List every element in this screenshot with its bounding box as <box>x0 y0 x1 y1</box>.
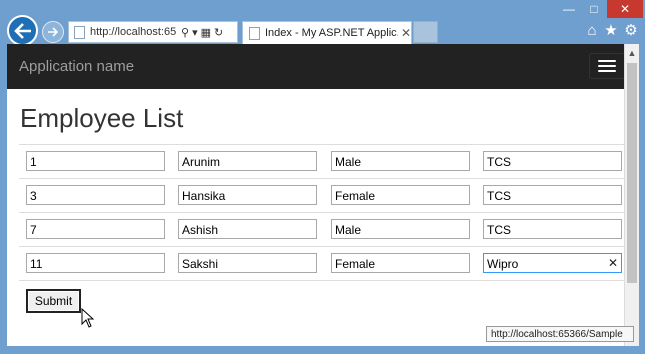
page-icon <box>74 25 85 39</box>
hamburger-bar <box>598 70 616 72</box>
name-field[interactable]: Ashish <box>178 219 317 239</box>
search-icon[interactable]: ⚲ <box>181 26 189 39</box>
name-field[interactable]: Hansika <box>178 185 317 205</box>
page-title: Employee List <box>20 103 184 133</box>
gender-field[interactable]: Female <box>331 185 470 205</box>
gender-field[interactable]: Male <box>331 219 470 239</box>
name-field[interactable]: Arunim <box>178 151 317 171</box>
menu-toggle-button[interactable] <box>589 53 624 79</box>
navbar: Application name <box>7 44 624 89</box>
company-field-focused[interactable]: Wipro ✕ <box>483 253 622 273</box>
window-frame <box>0 346 645 354</box>
clear-input-icon[interactable]: ✕ <box>608 255 618 271</box>
gender-field[interactable]: Male <box>331 151 470 171</box>
employee-row: 3 Hansika Female TCS <box>19 178 624 212</box>
home-icon[interactable]: ⌂ <box>583 20 601 40</box>
tab-title: Index - My ASP.NET Applic... <box>265 27 398 39</box>
gender-field[interactable]: Female <box>331 253 470 273</box>
company-field[interactable]: TCS <box>483 151 622 171</box>
company-value: Wipro <box>487 257 519 271</box>
new-tab-button[interactable] <box>413 21 438 43</box>
dropdown-icon[interactable]: ▾ <box>192 26 198 39</box>
close-tab-icon[interactable]: ✕ <box>401 26 411 40</box>
address-url[interactable]: http://localhost:65 <box>90 26 178 38</box>
status-url-tooltip: http://localhost:65366/Sample <box>486 326 634 342</box>
hamburger-bar <box>598 65 616 67</box>
submit-button[interactable]: Submit <box>26 289 81 313</box>
id-field[interactable]: 7 <box>26 219 165 239</box>
back-arrow-icon[interactable] <box>7 15 38 46</box>
close-window-icon[interactable]: ✕ <box>607 0 643 18</box>
hamburger-bar <box>598 60 616 62</box>
employee-row: 7 Ashish Male TCS <box>19 212 624 246</box>
mouse-cursor-icon <box>81 308 95 328</box>
gear-icon[interactable]: ⚙ <box>622 20 640 40</box>
vertical-scrollbar[interactable]: ▲ <box>624 44 639 346</box>
window-frame <box>639 44 645 354</box>
window-titlebar: — □ ✕ http://localhost:65 ⚲ ▾ ▦ ↻ Index … <box>0 0 645 46</box>
minimize-icon[interactable]: — <box>557 0 581 18</box>
star-icon[interactable]: ★ <box>602 20 620 40</box>
scroll-thumb[interactable] <box>627 63 637 283</box>
name-field[interactable]: Sakshi <box>178 253 317 273</box>
tab-index[interactable]: Index - My ASP.NET Applic... ✕ <box>242 21 412 44</box>
scroll-up-icon[interactable]: ▲ <box>625 44 639 62</box>
company-field[interactable]: TCS <box>483 219 622 239</box>
maximize-icon[interactable]: □ <box>582 0 606 18</box>
forward-arrow-icon[interactable] <box>42 21 64 43</box>
employee-row: 1 Arunim Male TCS <box>19 144 624 178</box>
compat-view-icon[interactable]: ▦ <box>201 26 211 39</box>
id-field[interactable]: 1 <box>26 151 165 171</box>
page-viewport: Application name Employee List 1 Arunim … <box>7 44 624 346</box>
company-field[interactable]: TCS <box>483 185 622 205</box>
brand-link[interactable]: Application name <box>19 58 134 75</box>
page-icon <box>249 26 260 40</box>
refresh-icon[interactable]: ↻ <box>214 26 223 39</box>
id-field[interactable]: 11 <box>26 253 165 273</box>
id-field[interactable]: 3 <box>26 185 165 205</box>
row-divider <box>19 280 624 314</box>
address-bar[interactable]: http://localhost:65 ⚲ ▾ ▦ ↻ <box>68 21 238 43</box>
employee-row: 11 Sakshi Female Wipro ✕ <box>19 246 624 280</box>
